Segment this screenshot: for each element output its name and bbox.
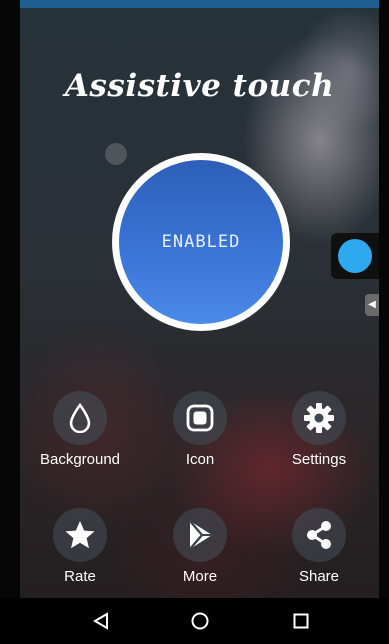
menu-label-icon: Icon	[185, 451, 215, 468]
menu-item-icon[interactable]: Icon	[150, 391, 250, 468]
toggle-status-label: ENABLED	[161, 232, 241, 252]
menu-item-background[interactable]: Background	[30, 391, 130, 468]
play-store-icon	[173, 508, 227, 562]
menu-item-settings[interactable]: Settings	[269, 391, 369, 468]
chevron-left-icon: ◀	[368, 299, 376, 310]
device-frame-right	[379, 0, 389, 644]
home-icon	[191, 612, 209, 630]
assistive-dot-icon	[338, 239, 372, 273]
app-screen: Assistive touch ENABLED ◀ Background Ico…	[20, 0, 379, 598]
menu-item-more[interactable]: More	[150, 508, 250, 585]
star-icon	[53, 508, 107, 562]
enable-toggle-button[interactable]: ENABLED	[112, 153, 290, 331]
floating-assistive-button[interactable]	[331, 233, 379, 279]
background-photo-highlight	[105, 143, 127, 165]
recents-icon	[293, 613, 309, 629]
back-button[interactable]	[86, 606, 116, 636]
menu-item-rate[interactable]: Rate	[30, 508, 130, 585]
home-button[interactable]	[185, 606, 215, 636]
share-icon	[292, 508, 346, 562]
menu-label-rate: Rate	[64, 568, 96, 585]
back-icon	[93, 612, 108, 630]
square-icon	[173, 391, 227, 445]
device-frame-left	[0, 0, 20, 644]
recents-button[interactable]	[286, 606, 316, 636]
app-title: Assistive touch	[64, 68, 335, 104]
side-handle[interactable]: ◀	[365, 294, 379, 316]
menu-label-more: More	[182, 568, 218, 585]
drop-icon	[53, 391, 107, 445]
status-bar	[20, 0, 379, 8]
gear-icon	[292, 391, 346, 445]
menu-label-background: Background	[39, 451, 121, 468]
menu-label-share: Share	[298, 568, 340, 585]
navigation-bar	[0, 598, 389, 644]
menu-label-settings: Settings	[291, 451, 347, 468]
menu-item-share[interactable]: Share	[269, 508, 369, 585]
